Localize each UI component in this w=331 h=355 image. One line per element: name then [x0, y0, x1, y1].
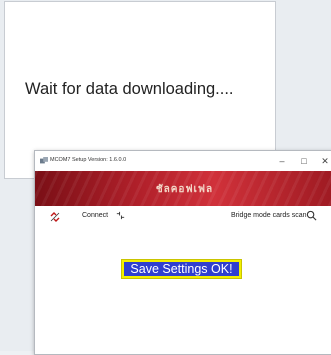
app-window: MCOM7 Setup Version: 1.6.0.0 – □ ✕ ชัลคอ…: [34, 150, 331, 355]
connect-button[interactable]: Connect: [82, 212, 108, 219]
minimize-button[interactable]: –: [275, 154, 289, 168]
content-area: Save Settings OK!: [35, 228, 331, 353]
title-bar: MCOM7 Setup Version: 1.6.0.0 – □ ✕: [35, 151, 331, 171]
status-message: Save Settings OK!: [124, 262, 239, 276]
search-icon[interactable]: [306, 210, 317, 221]
toolbar: Connect Bridge mode cards scan: [35, 206, 331, 228]
maximize-button[interactable]: □: [297, 154, 311, 168]
link-broken-icon[interactable]: [49, 211, 61, 223]
brand-banner: ชัลคอฟเฟล: [35, 171, 331, 206]
window-title: MCOM7 Setup Version: 1.6.0.0: [50, 157, 127, 163]
app-icon: [40, 157, 48, 164]
close-button[interactable]: ✕: [318, 154, 331, 168]
connect-icon[interactable]: [115, 210, 126, 221]
download-message: Wait for data downloading....: [25, 80, 234, 98]
brand-logo: ชัลคอฟเฟล: [155, 184, 214, 195]
bridge-scan-button[interactable]: Bridge mode cards scan: [231, 212, 306, 219]
status-box: Save Settings OK!: [121, 259, 242, 279]
